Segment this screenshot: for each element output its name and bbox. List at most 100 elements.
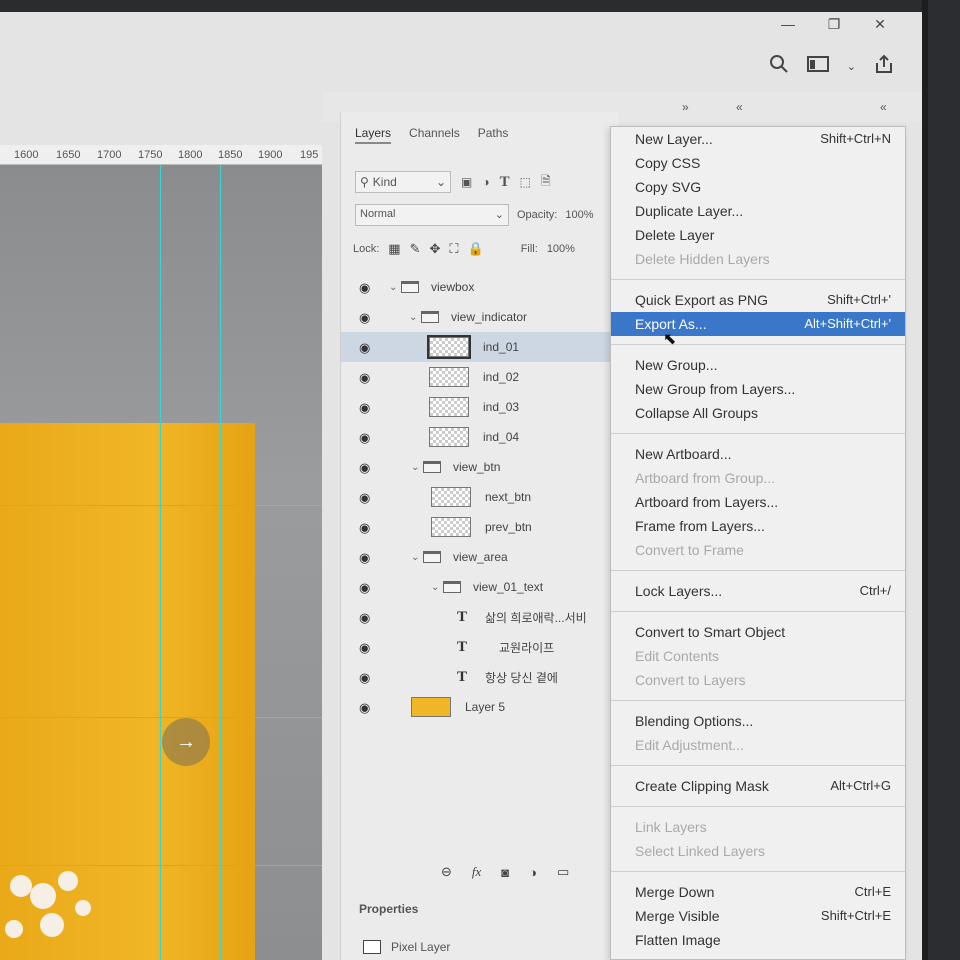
visibility-eye-icon[interactable]: ◉ (359, 460, 370, 476)
layer-thumbnail (411, 697, 451, 717)
menu-item-quick-export-as-png[interactable]: Quick Export as PNG Shift+Ctrl+' (611, 288, 905, 312)
menu-item-merge-visible[interactable]: Merge Visible Shift+Ctrl+E (611, 904, 905, 928)
chevron-down-icon[interactable]: ⌄ (411, 462, 423, 473)
menu-item-copy-css[interactable]: Copy CSS (611, 151, 905, 175)
visibility-eye-icon[interactable]: ◉ (359, 400, 370, 416)
chevron-down-icon[interactable]: ⌄ (409, 312, 421, 323)
tab-layers[interactable]: Layers (355, 126, 392, 144)
menu-item-shortcut: Alt+Ctrl+G (830, 778, 891, 793)
filter-shape-icon[interactable]: ⬚ (520, 175, 531, 189)
menu-separator (611, 433, 905, 434)
layer-row-text-2[interactable]: ◉ T 교원라이프 (341, 632, 619, 662)
close-button[interactable]: ✕ (872, 16, 888, 33)
filter-smart-object-icon[interactable]: 🗎 (541, 172, 551, 193)
layer-row-view-btn[interactable]: ◉ ⌄ view_btn (341, 452, 619, 482)
layer-row-layer-5[interactable]: ◉ Layer 5 (341, 692, 619, 722)
menu-item-convert-to-smart-object[interactable]: Convert to Smart Object (611, 620, 905, 644)
menu-item-copy-svg[interactable]: Copy SVG (611, 175, 905, 199)
menu-item-delete-layer[interactable]: Delete Layer (611, 223, 905, 247)
workspace-icon[interactable] (806, 55, 829, 78)
menu-item-lock-layers[interactable]: Lock Layers... Ctrl+/ (611, 579, 905, 603)
layer-row-ind-03[interactable]: ◉ ind_03 (341, 392, 619, 422)
visibility-eye-icon[interactable]: ◉ (359, 670, 370, 686)
menu-item-new-group-from-layers[interactable]: New Group from Layers... (611, 377, 905, 401)
lock-artboard-icon[interactable]: ⛶ (449, 241, 458, 257)
layer-row-text-1[interactable]: ◉ T 삶의 희로애락...서비 (341, 602, 619, 632)
visibility-eye-icon[interactable]: ◉ (359, 430, 370, 446)
menu-item-blending-options[interactable]: Blending Options... (611, 709, 905, 733)
menu-item-merge-down[interactable]: Merge Down Ctrl+E (611, 880, 905, 904)
chevron-down-icon[interactable]: ⌄ (411, 552, 423, 563)
visibility-eye-icon[interactable]: ◉ (359, 490, 370, 506)
adjustment-layer-icon[interactable]: ◑ (529, 865, 537, 880)
chevron-down-icon[interactable]: ⌄ (431, 582, 443, 593)
tab-paths[interactable]: Paths (478, 126, 509, 144)
chevron-down-icon[interactable]: ⌄ (389, 282, 401, 293)
lock-position-icon[interactable]: ✥ (430, 241, 441, 257)
expand-dock-icon[interactable]: « (880, 100, 887, 114)
menu-item-duplicate-layer[interactable]: Duplicate Layer... (611, 199, 905, 223)
filter-type-icon[interactable]: T (500, 174, 510, 191)
lock-paint-icon[interactable]: ✎ (410, 241, 421, 257)
visibility-eye-icon[interactable]: ◉ (359, 340, 370, 356)
menu-item-shortcut: Shift+Ctrl+N (820, 131, 891, 146)
layer-row-view-01-text[interactable]: ◉ ⌄ view_01_text (341, 572, 619, 602)
collapse-panels-icon[interactable]: » (682, 100, 689, 114)
lock-all-icon[interactable]: 🔒 (468, 241, 484, 257)
filter-pixel-icon[interactable]: ▣ (461, 175, 472, 189)
menu-item-new-group[interactable]: New Group... (611, 353, 905, 377)
menu-item-new-layer[interactable]: New Layer... Shift+Ctrl+N (611, 127, 905, 151)
menu-item-artboard-from-layers[interactable]: Artboard from Layers... (611, 490, 905, 514)
blend-mode-select[interactable]: Normal ⌄ (355, 204, 509, 226)
layer-row-next-btn[interactable]: ◉ next_btn (341, 482, 619, 512)
layer-row-ind-04[interactable]: ◉ ind_04 (341, 422, 619, 452)
layer-row-text-3[interactable]: ◉ T 항상 당신 곁에 (341, 662, 619, 692)
document-canvas[interactable]: → (0, 165, 322, 960)
menu-item-shortcut: Alt+Shift+Ctrl+' (804, 316, 891, 331)
menu-item-create-clipping-mask[interactable]: Create Clipping Mask Alt+Ctrl+G (611, 774, 905, 798)
chevron-down-icon[interactable]: ⌄ (847, 60, 856, 73)
menu-item-new-artboard[interactable]: New Artboard... (611, 442, 905, 466)
lock-transparency-icon[interactable]: ▦ (388, 241, 400, 257)
filter-kind-select[interactable]: ⚲ Kind ⌄ (355, 171, 451, 193)
new-group-icon[interactable]: ▭ (557, 864, 569, 880)
layer-row-view-indicator[interactable]: ◉ ⌄ view_indicator (341, 302, 619, 332)
layer-row-ind-01[interactable]: ◉ ind_01 (341, 332, 619, 362)
minimize-button[interactable]: — (780, 16, 796, 33)
visibility-eye-icon[interactable]: ◉ (359, 280, 370, 296)
chevron-down-icon: ⌄ (435, 175, 446, 189)
menu-item-flatten-image[interactable]: Flatten Image (611, 928, 905, 952)
visibility-eye-icon[interactable]: ◉ (359, 640, 370, 656)
visibility-eye-icon[interactable]: ◉ (359, 700, 370, 716)
link-layers-icon[interactable]: ⊖ (441, 864, 452, 880)
menu-item-collapse-all-groups[interactable]: Collapse All Groups (611, 401, 905, 425)
visibility-eye-icon[interactable]: ◉ (359, 520, 370, 536)
menu-item-frame-from-layers[interactable]: Frame from Layers... (611, 514, 905, 538)
filter-adjustment-icon[interactable]: ◑ (482, 175, 489, 189)
tab-channels[interactable]: Channels (409, 126, 460, 144)
menu-item-delete-hidden-layers: Delete Hidden Layers (611, 247, 905, 271)
layer-thumbnail (429, 367, 469, 387)
fill-value[interactable]: 100% (547, 243, 575, 255)
menu-item-edit-contents: Edit Contents (611, 644, 905, 668)
add-mask-icon[interactable]: ◙ (501, 865, 509, 880)
menu-item-export-as[interactable]: Export As... Alt+Shift+Ctrl+' ⬉ (611, 312, 905, 348)
menu-item-label: Frame from Layers... (635, 518, 765, 534)
visibility-eye-icon[interactable]: ◉ (359, 370, 370, 386)
search-icon[interactable] (769, 54, 789, 79)
visibility-eye-icon[interactable]: ◉ (359, 610, 370, 626)
visibility-eye-icon[interactable]: ◉ (359, 550, 370, 566)
visibility-eye-icon[interactable]: ◉ (359, 310, 370, 326)
layer-row-ind-02[interactable]: ◉ ind_02 (341, 362, 619, 392)
menu-separator (611, 611, 905, 612)
layer-row-viewbox[interactable]: ◉ ⌄ viewbox (341, 272, 619, 302)
layer-row-view-area[interactable]: ◉ ⌄ view_area (341, 542, 619, 572)
layer-row-prev-btn[interactable]: ◉ prev_btn (341, 512, 619, 542)
fx-icon[interactable]: fx (472, 864, 481, 880)
share-icon[interactable] (874, 54, 894, 79)
restore-button[interactable]: ❐ (826, 16, 842, 33)
expand-panels-icon[interactable]: « (736, 100, 743, 114)
chevron-down-icon: ⌄ (494, 209, 504, 221)
visibility-eye-icon[interactable]: ◉ (359, 580, 370, 596)
opacity-value[interactable]: 100% (565, 209, 593, 221)
